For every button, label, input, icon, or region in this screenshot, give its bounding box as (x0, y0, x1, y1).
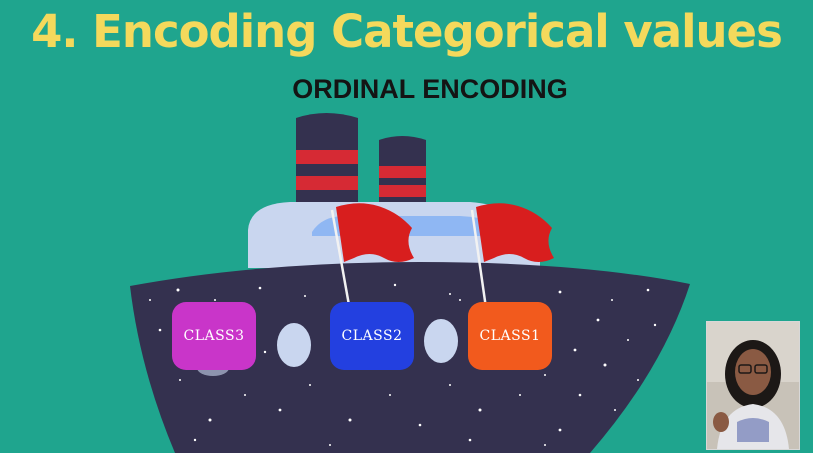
slide: 4. Encoding Categorical values ORDINAL E… (0, 0, 813, 453)
class3-label: CLASS3 (183, 328, 245, 344)
funnel-right (379, 136, 426, 212)
class1-label: CLASS1 (479, 328, 541, 344)
porthole-2 (424, 319, 458, 363)
flag-class1-icon (476, 203, 554, 262)
presenter-webcam (706, 321, 800, 450)
ship-illustration (130, 113, 690, 453)
class2-label: CLASS2 (341, 328, 403, 344)
class2-box: CLASS2 (330, 302, 414, 370)
funnel-left (296, 113, 358, 212)
class1-box: CLASS1 (468, 302, 552, 370)
class3-box: CLASS3 (172, 302, 256, 370)
porthole-1 (277, 323, 311, 367)
presenter-video-icon (707, 322, 799, 449)
